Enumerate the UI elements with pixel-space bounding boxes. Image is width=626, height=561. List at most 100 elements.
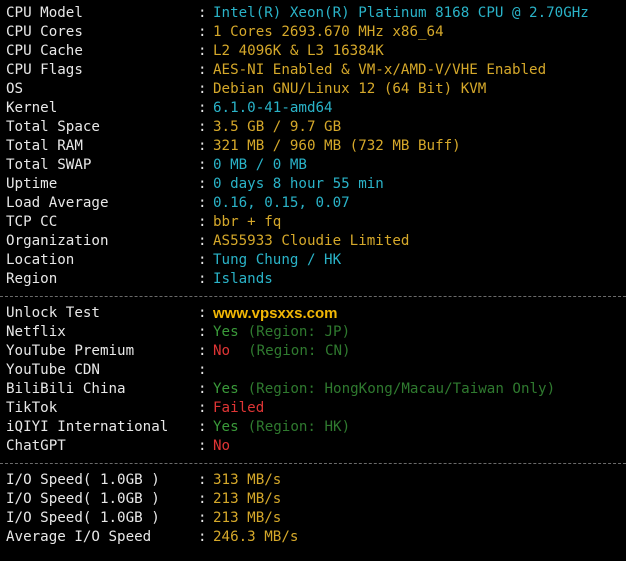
service-label: ChatGPT [6,438,66,454]
io-speed-section: I/O Speed( 1.0GB ):313 MB/s I/O Speed( 1… [0,471,626,547]
info-colon: : [198,24,207,40]
unlock-row-bilibili-china: BiliBili China: Yes (Region: HongKong/Maca… [6,380,626,399]
info-label: CPU Cache [6,43,83,59]
io-row: I/O Speed( 1.0GB ):213 MB/s [6,509,626,528]
info-label: CPU Cores [6,24,83,40]
info-row-total-ram: Total RAM:321 MB / 960 MB (732 MB Buff) [6,137,626,156]
info-value: 3.5 GB / 9.7 GB [213,119,342,135]
info-label: Total RAM [6,138,83,154]
info-colon: : [198,5,207,21]
service-label: YouTube Premium [6,343,135,359]
info-row-region: Region: Islands [6,270,626,289]
info-colon: : [198,305,207,321]
info-label: Total Space [6,119,100,135]
info-colon: : [198,491,207,507]
info-value: 321 MB / 960 MB (732 MB Buff) [213,138,461,154]
io-label: I/O Speed( 1.0GB ) [6,472,160,488]
io-value: 313 MB/s [213,472,282,488]
unlock-row-chatgpt: ChatGPT: No [6,437,626,456]
unlock-header-row: Unlock Test: www.vpsxxs.com [6,304,626,323]
info-label: TCP CC [6,214,58,230]
info-label: Uptime [6,176,58,192]
unlock-row-tiktok: TikTok: Failed [6,399,626,418]
io-label: Average I/O Speed [6,529,152,545]
divider [0,463,626,464]
divider [0,296,626,297]
info-value: bbr + fq [213,214,282,230]
info-row-cpu-cores: CPU Cores:1 Cores 2693.670 MHz x86_64 [6,23,626,42]
info-colon: : [198,62,207,78]
info-value: 0 days 8 hour 55 min [213,176,384,192]
unlock-status: Yes [213,419,239,435]
service-label: Netflix [6,324,66,340]
info-colon: : [198,119,207,135]
info-row-cpu-cache: CPU Cache: L2 4096K & L3 16384K [6,42,626,61]
info-label: Kernel [6,100,58,116]
info-colon: : [198,400,207,416]
info-row-organization: Organization: AS55933 Cloudie Limited [6,232,626,251]
info-row-location: Location: Tung Chung / HK [6,251,626,270]
info-colon: : [198,195,207,211]
io-row-average: Average I/O Speed:246.3 MB/s [6,528,626,547]
info-colon: : [198,529,207,545]
info-label: Load Average [6,195,109,211]
info-value: 0 MB / 0 MB [213,157,307,173]
info-colon: : [198,138,207,154]
unlock-status: No [213,438,231,454]
info-label: Total SWAP [6,157,92,173]
io-label: I/O Speed( 1.0GB ) [6,491,160,507]
info-label: Location [6,252,75,268]
unlock-status: Yes [213,381,239,397]
unlock-row-youtube-cdn: YouTube CDN: [6,361,626,380]
info-colon: : [198,438,207,454]
info-colon: : [198,252,207,268]
unlock-row-netflix: Netflix: Yes (Region: JP) [6,323,626,342]
info-value: Debian GNU/Linux 12 (64 Bit) KVM [213,81,487,97]
system-info-section: CPU Model: Intel(R) Xeon(R) Platinum 8168… [0,4,626,289]
unlock-title: Unlock Test [6,305,100,321]
io-value: 246.3 MB/s [213,529,299,545]
info-colon: : [198,214,207,230]
info-value: 0.16, 0.15, 0.07 [213,195,350,211]
unlock-status: No [213,343,231,359]
info-value: L2 4096K & L3 16384K [213,43,384,59]
info-value: Tung Chung / HK [213,252,342,268]
io-value: 213 MB/s [213,491,282,507]
info-value: Intel(R) Xeon(R) Platinum 8168 CPU @ 2.7… [213,5,589,21]
info-row-cpu-model: CPU Model: Intel(R) Xeon(R) Platinum 8168… [6,4,626,23]
unlock-row-youtube-premium: YouTube Premium: No (Region: CN) [6,342,626,361]
info-colon: : [198,324,207,340]
info-row-os: OS: Debian GNU/Linux 12 (64 Bit) KVM [6,80,626,99]
info-value: Islands [213,271,273,287]
unlock-status: Failed [213,400,265,416]
service-label: BiliBili China [6,381,126,397]
info-label: Region [6,271,58,287]
info-label: CPU Model [6,5,83,21]
info-row-tcp-cc: TCP CC: bbr + fq [6,213,626,232]
unlock-region: (Region: HK) [247,419,351,435]
info-label: Organization [6,233,109,249]
info-colon: : [198,472,207,488]
info-row-kernel: Kernel:6.1.0-41-amd64 [6,99,626,118]
io-row: I/O Speed( 1.0GB ):313 MB/s [6,471,626,490]
service-label: TikTok [6,400,58,416]
unlock-region: (Region: JP) [247,324,351,340]
unlock-row-iqiyi-international: iQIYI International: Yes (Region: HK) [6,418,626,437]
io-row: I/O Speed( 1.0GB ):213 MB/s [6,490,626,509]
info-row-total-space: Total Space:3.5 GB / 9.7 GB [6,118,626,137]
info-label: CPU Flags [6,62,83,78]
info-value: AS55933 Cloudie Limited [213,233,410,249]
info-row-load-average: Load Average:0.16, 0.15, 0.07 [6,194,626,213]
info-row-cpu-flags: CPU Flags: AES-NI Enabled & VM-x/AMD-V/VH… [6,61,626,80]
unlock-status: Yes [213,324,239,340]
info-colon: : [198,233,207,249]
io-label: I/O Speed( 1.0GB ) [6,510,160,526]
info-colon: : [198,271,207,287]
info-colon: : [198,419,207,435]
info-label: OS [6,81,24,97]
info-colon: : [198,381,207,397]
unlock-region: (Region: CN) [248,343,351,359]
info-colon: : [198,43,207,59]
info-value: 6.1.0-41-amd64 [213,100,333,116]
info-colon: : [198,100,207,116]
